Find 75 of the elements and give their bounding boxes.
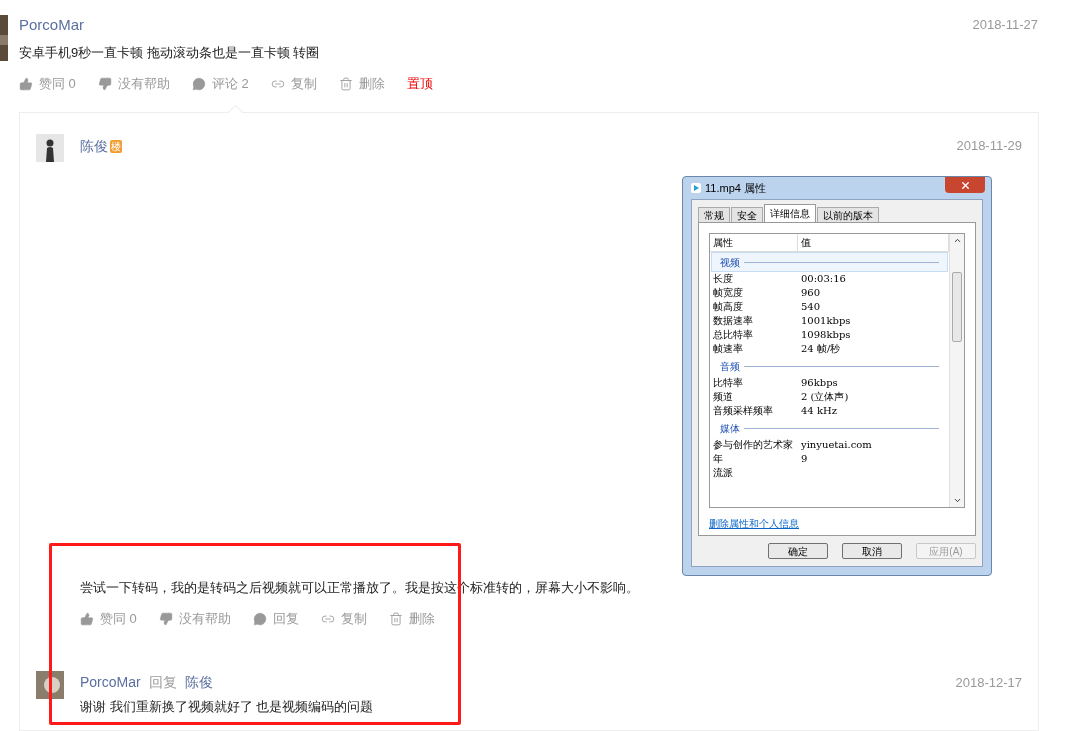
delete-action[interactable]: 删除 <box>388 608 435 629</box>
property-name: 音频采样频率 <box>712 404 774 418</box>
remove-properties-link[interactable]: 删除属性和个人信息 <box>709 516 965 531</box>
reply-date: 2018-12-17 <box>955 673 1022 692</box>
property-value: 540 <box>800 300 822 314</box>
trash-icon <box>388 611 403 626</box>
thumbs-down-icon <box>158 611 173 626</box>
dialog-title: 11.mp4 属性 <box>705 180 766 196</box>
dialog-tab[interactable]: 常规 <box>698 207 730 222</box>
property-value: 1001kbps <box>800 314 852 328</box>
property-value: 96kbps <box>800 376 839 390</box>
property-value: 2 (立体声) <box>800 390 850 404</box>
group-header[interactable]: 媒体 <box>711 418 948 438</box>
comment-action[interactable]: 回复 <box>252 608 299 629</box>
property-name: 帧高度 <box>712 300 744 314</box>
property-value: 1098kbps <box>800 328 852 342</box>
property-name: 年 <box>712 452 724 466</box>
speech-bubble-icon <box>191 76 206 91</box>
avatar <box>0 15 8 61</box>
thumbs-up-icon <box>19 76 33 91</box>
property-value: 960 <box>800 286 822 300</box>
dislike-action[interactable]: 没有帮助 <box>97 73 170 94</box>
dialog-button[interactable]: 确定 <box>768 543 828 559</box>
play-file-icon <box>691 183 701 193</box>
property-name: 帧速率 <box>712 342 744 356</box>
dislike-action[interactable]: 没有帮助 <box>158 608 231 629</box>
property-name: 长度 <box>712 272 734 286</box>
property-value: 24 帧/秒 <box>800 342 842 356</box>
property-name: 频道 <box>712 390 734 404</box>
copy-action[interactable]: 复制 <box>320 608 367 629</box>
dialog-tab[interactable]: 详细信息 <box>764 204 816 222</box>
dialog-tab[interactable]: 安全 <box>731 207 763 222</box>
column-header[interactable]: 属性 <box>710 234 798 251</box>
property-name: 流派 <box>712 466 734 480</box>
speech-bubble-icon <box>252 611 267 626</box>
thumbs-up-icon <box>80 611 94 626</box>
property-value: 9 <box>800 452 809 466</box>
thumbs-down-icon <box>97 76 112 91</box>
dialog-button[interactable]: 取消 <box>842 543 902 559</box>
author-name[interactable]: 陈俊 <box>80 135 108 157</box>
close-button[interactable] <box>945 177 985 193</box>
like-action[interactable]: 赞同 0 <box>19 73 76 94</box>
property-name: 总比特率 <box>712 328 754 342</box>
post-text: 安卓手机9秒一直卡顿 拖动滚动条也是一直卡顿 转圈 <box>19 44 321 62</box>
author-name[interactable]: PorcoMar <box>80 672 141 693</box>
dialog-tab[interactable]: 以前的版本 <box>817 207 879 222</box>
property-name: 帧宽度 <box>712 286 744 300</box>
pin-link[interactable]: 置顶 <box>406 73 433 94</box>
reply-text: 谢谢 我们重新换了视频就好了 也是视频编码的问题 <box>80 697 375 716</box>
delete-action[interactable]: 删除 <box>338 73 385 94</box>
like-action[interactable]: 赞同 0 <box>80 608 137 629</box>
group-header[interactable]: 音频 <box>711 356 948 376</box>
scroll-thumb[interactable] <box>952 272 962 342</box>
close-icon <box>959 179 971 191</box>
property-value: 44 kHz <box>800 404 838 418</box>
avatar <box>36 134 64 162</box>
property-value: yinyuetai.com <box>800 438 873 452</box>
property-name: 比特率 <box>712 376 744 390</box>
property-name: 参与创作的艺术家 <box>712 438 794 452</box>
reply-target-name[interactable]: 陈俊 <box>184 672 213 693</box>
group-header[interactable]: 视频 <box>711 252 948 272</box>
author-name[interactable]: PorcoMar <box>19 13 85 37</box>
comment-action[interactable]: 评论 2 <box>191 73 249 94</box>
scrollbar[interactable] <box>949 234 964 507</box>
floor-badge: 楼 <box>110 139 122 153</box>
trash-icon <box>338 76 353 91</box>
reply-label: 回复 <box>148 673 177 692</box>
property-value: 00:03:16 <box>800 272 847 286</box>
property-name: 数据速率 <box>712 314 754 328</box>
copy-action[interactable]: 复制 <box>270 73 317 94</box>
scroll-up-icon <box>952 236 962 245</box>
reply-date: 2018-11-29 <box>956 137 1022 156</box>
avatar <box>36 670 64 699</box>
post-date: 2018-11-27 <box>972 16 1038 35</box>
scroll-down-icon <box>952 496 962 505</box>
